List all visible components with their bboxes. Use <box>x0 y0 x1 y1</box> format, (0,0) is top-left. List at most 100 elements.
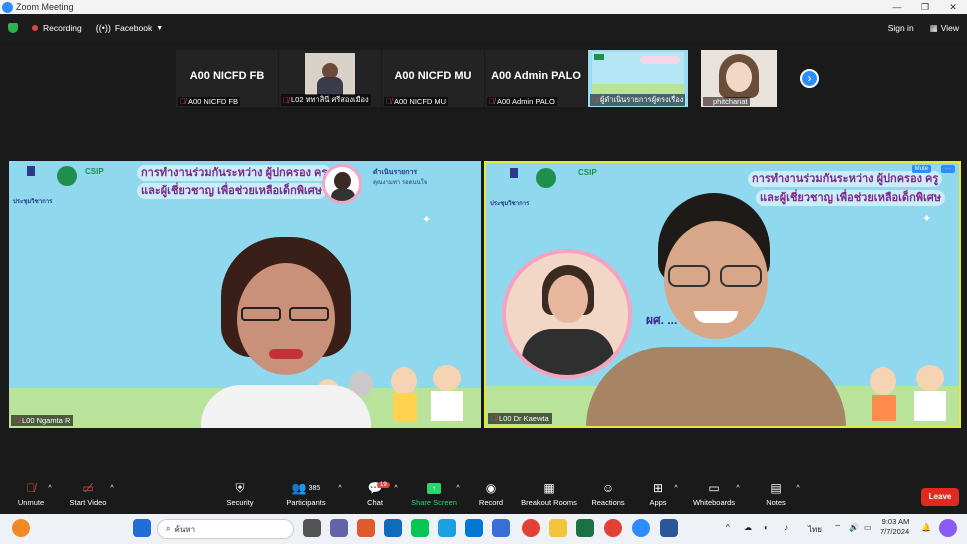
app-tray-icon[interactable]: ◐ <box>764 523 769 532</box>
whiteboards-button[interactable]: ▭ Whiteboards <box>690 478 738 507</box>
line-icon[interactable] <box>411 519 429 537</box>
start-menu-icon[interactable] <box>133 519 151 537</box>
clock-date: 7/7/2024 <box>880 527 910 536</box>
apps-button[interactable]: ⊞ Apps <box>644 478 672 507</box>
minimize-button[interactable]: — <box>883 2 911 13</box>
speaker-video <box>201 237 371 428</box>
app-icon[interactable] <box>357 519 375 537</box>
university-logo-icon <box>510 168 518 178</box>
video-tile-right[interactable]: CSIP ประชุมวิชาการ การทำงานร่วมกันระหว่า… <box>484 161 961 428</box>
window-title: Zoom Meeting <box>16 2 74 12</box>
reactions-button[interactable]: ☺ Reactions <box>588 478 628 507</box>
participant-tile[interactable]: A00 NICFD MU 🎙̸ A00 NICFD MU <box>382 50 484 107</box>
recording-label[interactable]: Recording <box>43 23 82 33</box>
share-screen-button[interactable]: ↑ Share Screen <box>410 478 458 507</box>
close-button[interactable]: ✕ <box>939 2 967 13</box>
copilot-icon[interactable] <box>939 519 957 537</box>
audio-options-chevron[interactable]: ^ <box>44 478 56 498</box>
chat-chevron[interactable]: ^ <box>390 478 402 498</box>
restore-button[interactable]: ❐ <box>911 2 939 13</box>
participant-name-large: A00 NICFD MU <box>394 70 472 82</box>
university-logo-icon <box>27 166 35 176</box>
participant-video <box>305 53 355 95</box>
share-chevron[interactable]: ^ <box>452 478 464 498</box>
mic-muted-icon: 🎙̸ <box>386 97 392 106</box>
battery-icon[interactable]: ▭ <box>864 523 872 532</box>
participants-chevron[interactable]: ^ <box>334 478 346 498</box>
speaker-video <box>586 193 846 426</box>
chat-unread-badge: 19 <box>377 482 390 488</box>
video-options-chevron[interactable]: ^ <box>106 478 118 498</box>
share-arrow-icon: ↑ <box>427 482 441 494</box>
notes-chevron[interactable]: ^ <box>792 478 804 498</box>
breakout-grid-icon: ▦ <box>543 481 555 495</box>
video-tile-left[interactable]: CSIP ประชุมวิชาการ การทำงานร่วมกันระหว่า… <box>9 161 481 428</box>
notification-bell-icon[interactable]: 🔔 <box>921 523 931 532</box>
teams-icon[interactable] <box>330 519 348 537</box>
slide-thumbnail <box>592 52 684 94</box>
wifi-icon[interactable]: ⌔ <box>834 523 842 533</box>
encryption-shield-icon[interactable] <box>8 23 18 33</box>
shield-icon: ⛨ <box>235 480 245 495</box>
mail-icon[interactable] <box>384 519 402 537</box>
participant-tile[interactable]: 🎙̸ phitchanat <box>701 50 777 107</box>
participants-button[interactable]: 👥 385 Participants <box>283 478 329 507</box>
taskbar-search-box[interactable]: ⌕ ค้นหา <box>157 519 294 539</box>
search-icon: ⌕ <box>166 524 171 533</box>
app-icon[interactable] <box>492 519 510 537</box>
mute-button[interactable]: Mute <box>911 165 931 173</box>
zoom-logo-icon <box>2 1 13 13</box>
moderator-name: คุณงามทา รอดนนใจ <box>373 180 428 186</box>
moderator-photo <box>322 164 362 204</box>
zoom-icon[interactable] <box>632 519 650 537</box>
notes-button[interactable]: ▤ Notes <box>762 478 790 507</box>
word-icon[interactable] <box>660 519 678 537</box>
cloud-icon[interactable]: ☁ <box>744 523 752 532</box>
participant-tile[interactable]: A00 NICFD FB 🎙̸ A00 NICFD FB <box>176 50 278 107</box>
edge-icon[interactable] <box>438 519 456 537</box>
chrome-icon[interactable] <box>522 519 540 537</box>
task-view-icon[interactable] <box>303 519 321 537</box>
more-options-button[interactable]: ··· <box>941 165 955 173</box>
participant-tile[interactable]: 🎙̸ ผู้ดำเนินรายการผู้ตรงเรื่อง <box>588 50 688 107</box>
record-button[interactable]: ◉ Record <box>474 478 508 507</box>
mic-muted-icon: 🎙̸ <box>489 97 495 106</box>
csip-logo: CSIP <box>85 167 104 176</box>
video-off-icon: ▭̸ <box>82 481 94 495</box>
sign-in-link[interactable]: Sign in <box>888 23 914 33</box>
file-explorer-icon[interactable] <box>549 519 567 537</box>
facebook-live-button[interactable]: ((•)) Facebook ▼ <box>96 23 163 33</box>
excel-icon[interactable] <box>576 519 594 537</box>
audio-tray-icon[interactable]: ♪ <box>784 523 788 532</box>
mic-muted-icon: 🎙̸ <box>705 97 711 106</box>
chat-button[interactable]: 💬 Chat 19 <box>360 478 390 507</box>
slide-title-line2: และผู้เชี่ยวชาญ เพื่อช่วยเหลือเด็กพิเศษ <box>137 183 326 199</box>
search-placeholder: ค้นหา <box>174 524 196 534</box>
view-button[interactable]: ▦ View <box>930 23 959 34</box>
record-icon: ◉ <box>485 481 497 495</box>
participant-tile[interactable]: A00 Admin PALO 🎙̸ A00 Admin PALO <box>485 50 587 107</box>
leave-button[interactable]: Leave <box>921 488 959 506</box>
apps-chevron[interactable]: ^ <box>670 478 682 498</box>
next-page-button[interactable]: › <box>800 69 819 88</box>
widgets-icon[interactable] <box>12 519 30 537</box>
mic-muted-icon: 🎙̸ <box>491 414 497 423</box>
security-button[interactable]: ⛨ Security <box>221 478 259 508</box>
whiteboards-chevron[interactable]: ^ <box>732 478 744 498</box>
facebook-label: Facebook <box>114 23 153 33</box>
tray-chevron-icon[interactable]: ^ <box>726 523 730 532</box>
meeting-toolbar: 🎙̸ Unmute ^ ▭̸ Start Video ^ ⛨ Security … <box>0 478 967 514</box>
chrome-icon[interactable] <box>604 519 622 537</box>
store-icon[interactable] <box>465 519 483 537</box>
participant-name-large: A00 NICFD FB <box>189 70 265 82</box>
participant-tile[interactable]: 🎙̸ L02 หทาสินี ศรีสองเมือง <box>279 50 381 107</box>
taskbar-clock[interactable]: 9:03 AM 7/7/2024 <box>880 517 909 537</box>
sparkle-icon: ✦ <box>922 213 932 225</box>
language-indicator[interactable]: ไทย <box>808 523 822 536</box>
meeting-label: ประชุมวิชาการ <box>490 201 530 207</box>
breakout-rooms-button[interactable]: ▦ Breakout Rooms <box>518 478 580 507</box>
volume-icon[interactable]: 🔊 <box>849 523 859 532</box>
view-label: View <box>940 23 959 33</box>
start-video-button[interactable]: ▭̸ Start Video <box>64 478 112 507</box>
chat-bubble-icon: 💬 <box>367 481 383 495</box>
